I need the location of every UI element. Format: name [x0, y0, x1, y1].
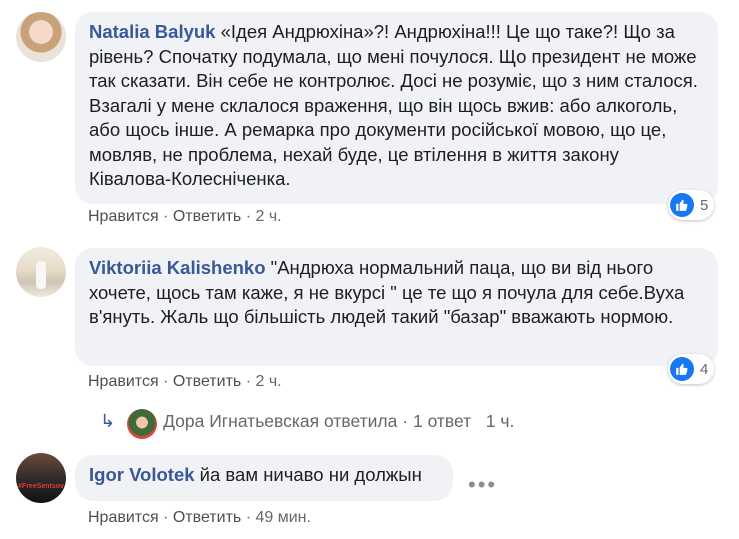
comment-author[interactable]: Viktoriia Kalishenko: [89, 257, 266, 278]
like-link[interactable]: Нравится: [88, 509, 159, 526]
separator: ·: [163, 509, 169, 526]
avatar-text: #FreeSentsov: [18, 483, 64, 490]
comment-author[interactable]: Igor Volotek: [89, 464, 195, 485]
avatar[interactable]: [16, 247, 66, 297]
thumbs-up-icon: [670, 357, 694, 381]
comment-bubble: Natalia Balyuk «Ідея Андрюхіна»?! Андрюх…: [75, 12, 718, 204]
reaction-count[interactable]: 4: [668, 354, 715, 384]
comment-text: йа вам ничаво ни должын: [199, 464, 422, 485]
reply-author: Дора Игнатьевская: [163, 411, 320, 431]
avatar[interactable]: #FreeSentsov: [16, 453, 66, 503]
replies-time: 1 ч.: [485, 411, 515, 431]
reaction-number: 4: [700, 360, 709, 378]
timestamp[interactable]: 2 ч.: [255, 208, 281, 225]
avatar[interactable]: [16, 12, 66, 62]
thumbs-up-icon: [670, 193, 694, 217]
comment-bubble: Viktoriia Kalishenko "Андрюха нормальний…: [75, 248, 718, 366]
comment-actions: Нравится · Ответить · 2 ч.: [88, 373, 282, 391]
comment-actions: Нравится · Ответить · 49 мин.: [88, 509, 311, 527]
separator: ·: [163, 373, 169, 390]
comment-actions: Нравится · Ответить · 2 ч.: [88, 208, 282, 226]
reply-link[interactable]: Ответить: [173, 509, 241, 526]
more-dots-icon[interactable]: •••: [468, 472, 497, 498]
separator: ·: [163, 208, 169, 225]
comment-author[interactable]: Natalia Balyuk: [89, 21, 215, 42]
like-link[interactable]: Нравится: [88, 208, 159, 225]
separator: ·: [245, 509, 252, 526]
separator: ·: [402, 411, 409, 431]
reply-link[interactable]: Ответить: [173, 208, 241, 225]
comment-bubble: Igor Volotek йа вам ничаво ни должын: [75, 455, 453, 501]
replies-count: 1 ответ: [412, 411, 472, 431]
timestamp[interactable]: 49 мин.: [255, 509, 310, 526]
reaction-number: 5: [700, 196, 709, 214]
separator: ·: [245, 373, 252, 390]
reaction-count[interactable]: 5: [668, 190, 715, 220]
timestamp[interactable]: 2 ч.: [255, 373, 281, 390]
separator: ·: [245, 208, 252, 225]
reply-arrow-icon: ↳: [100, 411, 116, 431]
comment-text: «Ідея Андрюхіна»?! Андрюхіна!!! Це що та…: [89, 21, 698, 189]
reply-link[interactable]: Ответить: [173, 373, 241, 390]
like-link[interactable]: Нравится: [88, 373, 159, 390]
view-replies-link[interactable]: ↳ Дора Игнатьевская ответила · 1 ответ 1…: [100, 411, 514, 432]
replied-label: ответила: [324, 411, 398, 431]
